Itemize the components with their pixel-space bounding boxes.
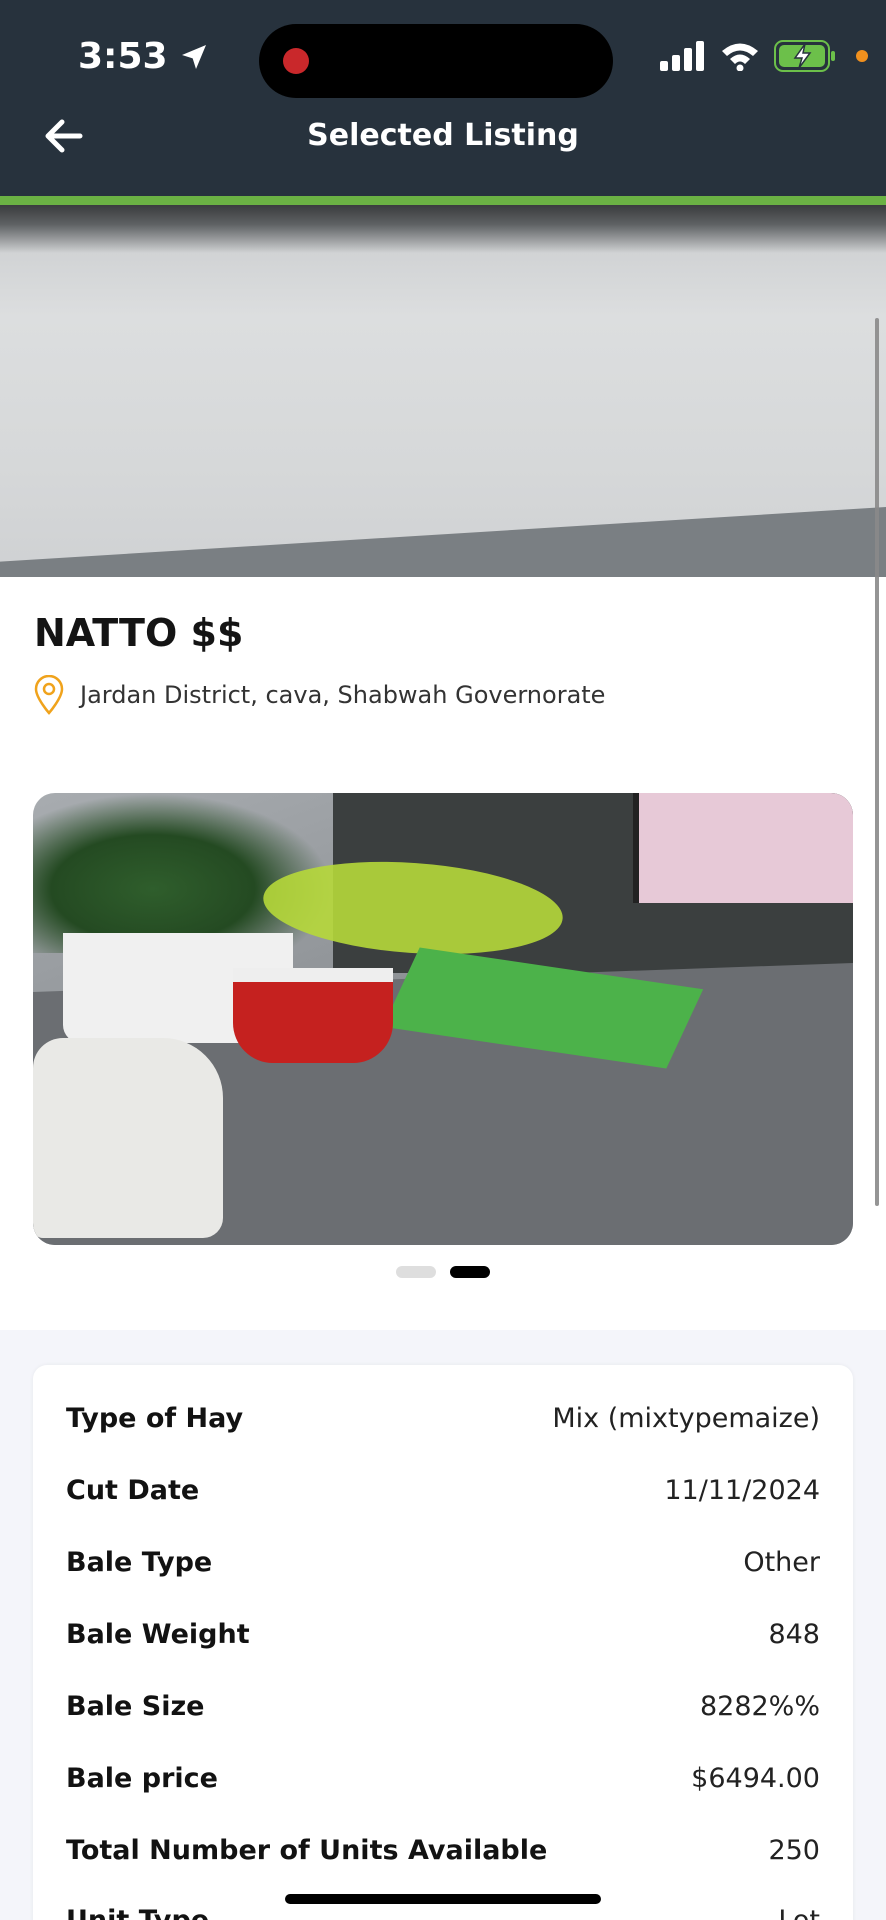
location-arrow-icon bbox=[181, 44, 206, 69]
carousel-photo-plant bbox=[33, 793, 333, 953]
recording-indicator-icon bbox=[283, 48, 309, 74]
detail-label: Total Number of Units Available bbox=[66, 1835, 548, 1866]
detail-value: 250 bbox=[768, 1835, 820, 1866]
status-icons bbox=[660, 40, 868, 72]
page-title: Selected Listing bbox=[307, 118, 579, 153]
detail-label: Bale Size bbox=[66, 1691, 205, 1722]
detail-value: Lot bbox=[778, 1905, 820, 1920]
battery-charging-icon bbox=[774, 40, 835, 72]
detail-row: Cut Date 11/11/2024 bbox=[66, 1475, 820, 1506]
detail-row: Unit Type Lot bbox=[66, 1905, 820, 1920]
app-header: 3:53 Selected Listing bbox=[0, 0, 886, 196]
detail-label: Type of Hay bbox=[66, 1403, 244, 1434]
map-pin-icon bbox=[34, 675, 64, 715]
status-time: 3:53 bbox=[78, 36, 210, 77]
listing-title: NATTO $$ bbox=[34, 611, 244, 655]
scrollbar[interactable] bbox=[875, 318, 879, 1206]
cellular-signal-icon bbox=[660, 41, 704, 71]
header-accent-bar bbox=[0, 196, 886, 205]
listing-details-card: Type of Hay Mix (mixtypemaize) Cut Date … bbox=[33, 1365, 853, 1920]
detail-value: 848 bbox=[768, 1619, 820, 1650]
carousel-photo-monitor bbox=[633, 793, 853, 903]
detail-row: Bale Weight 848 bbox=[66, 1619, 820, 1650]
detail-row: Bale Type Other bbox=[66, 1547, 820, 1578]
hero-image-surface bbox=[0, 507, 886, 577]
carousel-pagination bbox=[0, 1266, 886, 1278]
carousel-dot-active[interactable] bbox=[450, 1266, 490, 1278]
detail-value: 8282%% bbox=[699, 1691, 820, 1722]
carousel-dot[interactable] bbox=[396, 1266, 436, 1278]
detail-row: Total Number of Units Available 250 bbox=[66, 1835, 820, 1866]
detail-label: Cut Date bbox=[66, 1475, 200, 1506]
wifi-icon bbox=[722, 43, 758, 71]
detail-label: Bale Weight bbox=[66, 1619, 250, 1650]
home-indicator[interactable] bbox=[285, 1894, 601, 1904]
carousel-photo-cup bbox=[233, 968, 393, 1063]
privacy-indicator-icon bbox=[856, 50, 868, 62]
status-time-text: 3:53 bbox=[78, 36, 168, 77]
detail-value: 11/11/2024 bbox=[664, 1475, 820, 1506]
hero-image-shadow bbox=[0, 205, 886, 253]
listing-summary: NATTO $$ Jardan District, cava, Shabwah … bbox=[0, 577, 886, 1330]
listing-hero-image bbox=[0, 205, 886, 577]
image-carousel[interactable] bbox=[33, 793, 853, 1245]
detail-value: Other bbox=[743, 1547, 820, 1578]
detail-label: Bale Type bbox=[66, 1547, 213, 1578]
detail-row: Bale price $6494.00 bbox=[66, 1763, 820, 1794]
detail-label: Bale price bbox=[66, 1763, 218, 1794]
detail-value: $6494.00 bbox=[691, 1763, 820, 1794]
detail-value: Mix (mixtypemaize) bbox=[552, 1403, 820, 1434]
detail-label: Unit Type bbox=[66, 1905, 209, 1920]
listing-location: Jardan District, cava, Shabwah Governora… bbox=[32, 675, 605, 715]
dynamic-island bbox=[259, 24, 613, 98]
listing-location-text: Jardan District, cava, Shabwah Governora… bbox=[80, 681, 606, 709]
detail-row: Type of Hay Mix (mixtypemaize) bbox=[66, 1403, 820, 1434]
detail-row: Bale Size 8282%% bbox=[66, 1691, 820, 1722]
carousel-photo-towel bbox=[33, 1038, 223, 1238]
